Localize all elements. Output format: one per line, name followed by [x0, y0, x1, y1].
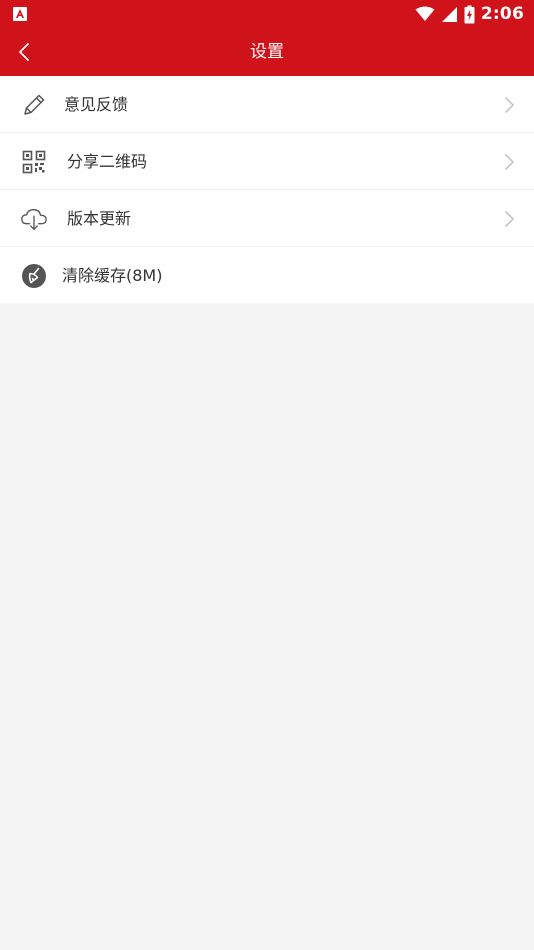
settings-item-label: 分享二维码: [67, 152, 148, 171]
chevron-right-icon: [505, 154, 514, 170]
settings-item-feedback[interactable]: 意见反馈: [0, 76, 534, 133]
title-bar: 设置: [0, 28, 534, 76]
chevron-right-icon: [505, 97, 514, 113]
signal-icon: [441, 6, 457, 22]
settings-item-clear-cache[interactable]: 清除缓存(8M): [0, 247, 534, 303]
status-icons: 2:06: [415, 3, 524, 25]
chevron-right-icon: [505, 211, 514, 227]
pencil-icon: [20, 91, 48, 119]
broom-icon: [20, 262, 48, 290]
status-bar: 2:06: [0, 0, 534, 28]
settings-list: 意见反馈 分享二维码 版本更新 清除缓存(8M): [0, 76, 534, 303]
page-title: 设置: [250, 42, 284, 62]
settings-item-label: 版本更新: [67, 209, 132, 228]
settings-item-label: 清除缓存(8M): [62, 266, 163, 285]
cloud-download-icon: [20, 205, 48, 233]
battery-icon: [464, 5, 475, 23]
qr-code-icon: [20, 148, 48, 176]
wifi-icon: [415, 6, 435, 21]
app-notification-icon: [13, 7, 27, 21]
status-time: 2:06: [480, 4, 524, 24]
settings-item-label: 意见反馈: [64, 95, 129, 114]
settings-item-version-update[interactable]: 版本更新: [0, 190, 534, 247]
settings-item-share-qr[interactable]: 分享二维码: [0, 133, 534, 190]
